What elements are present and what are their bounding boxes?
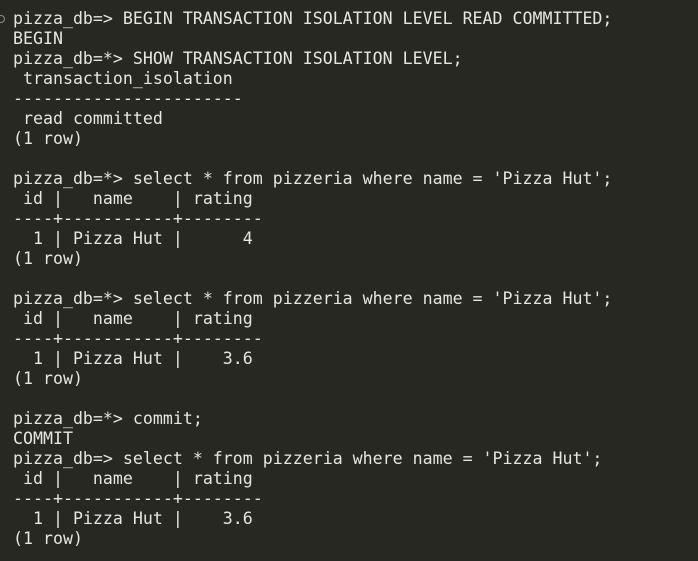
terminal-line: -----------------------	[13, 89, 243, 108]
terminal-line: read committed	[13, 109, 163, 128]
terminal-line: pizza_db=> BEGIN TRANSACTION ISOLATION L…	[13, 9, 613, 28]
terminal-line: COMMIT	[13, 429, 73, 448]
terminal-line: pizza_db=*> select * from pizzeria where…	[13, 289, 613, 308]
terminal-line: pizza_db=*> SHOW TRANSACTION ISOLATION L…	[13, 49, 463, 68]
terminal-line: (1 row)	[13, 369, 83, 388]
terminal-output: pizza_db=> BEGIN TRANSACTION ISOLATION L…	[13, 9, 612, 549]
terminal-line: 1 | Pizza Hut | 3.6	[13, 509, 253, 528]
terminal-line: 1 | Pizza Hut | 3.6	[13, 349, 253, 368]
terminal-line: ----+-----------+--------	[13, 489, 263, 508]
terminal-line: BEGIN	[13, 29, 63, 48]
terminal-window[interactable]: pizza_db=> BEGIN TRANSACTION ISOLATION L…	[0, 0, 698, 561]
terminal-line: ----+-----------+--------	[13, 329, 263, 348]
terminal-line: id | name | rating	[13, 309, 253, 328]
terminal-line: (1 row)	[13, 249, 83, 268]
terminal-line: ----+-----------+--------	[13, 209, 263, 228]
line-marker-icon	[0, 15, 5, 23]
terminal-line: id | name | rating	[13, 189, 253, 208]
terminal-line: (1 row)	[13, 529, 83, 548]
terminal-line: 1 | Pizza Hut | 4	[13, 229, 253, 248]
terminal-line: (1 row)	[13, 129, 83, 148]
terminal-line: pizza_db=> select * from pizzeria where …	[13, 449, 603, 468]
terminal-line: pizza_db=*> commit;	[13, 409, 203, 428]
terminal-line: id | name | rating	[13, 469, 253, 488]
terminal-line: transaction_isolation	[13, 69, 233, 88]
terminal-line: pizza_db=*> select * from pizzeria where…	[13, 169, 613, 188]
